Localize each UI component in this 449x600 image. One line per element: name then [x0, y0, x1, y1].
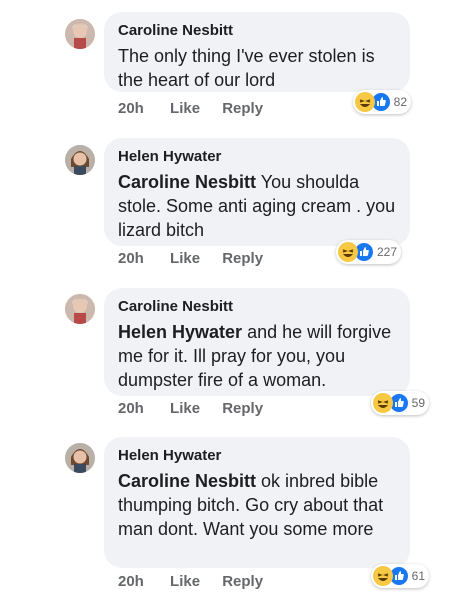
comment-author[interactable]: Helen Hywater — [118, 148, 396, 166]
comment-time[interactable]: 20h — [118, 573, 144, 590]
reaction-summary[interactable]: 227 — [335, 240, 401, 264]
reaction-count: 59 — [411, 396, 425, 410]
comment-author[interactable]: Helen Hywater — [118, 447, 396, 465]
like-button[interactable]: Like — [170, 400, 200, 417]
comment-time[interactable]: 20h — [118, 400, 144, 417]
comment-text: The only thing I've ever stolen is the h… — [118, 46, 375, 90]
reaction-count: 61 — [411, 569, 425, 583]
comment-text: Caroline Nesbitt ok inbred bible thumpin… — [118, 469, 396, 541]
reaction-summary[interactable]: 59 — [370, 391, 429, 415]
mention-link[interactable]: Helen Hywater — [118, 322, 242, 342]
comment-bubble: Caroline Nesbitt The only thing I've eve… — [104, 12, 410, 92]
comment-time[interactable]: 20h — [118, 100, 144, 117]
reaction-summary[interactable]: 61 — [370, 564, 429, 588]
comment-actions: 20h Like Reply — [118, 400, 281, 418]
comment-actions: 20h Like Reply — [118, 573, 281, 591]
comment-actions: 20h Like Reply — [118, 100, 281, 118]
comment-author[interactable]: Caroline Nesbitt — [118, 22, 396, 40]
comment-bubble: Caroline Nesbitt Helen Hywater and he wi… — [104, 288, 410, 396]
reply-button[interactable]: Reply — [222, 250, 263, 267]
avatar-helen[interactable] — [65, 443, 95, 473]
like-button[interactable]: Like — [170, 100, 200, 117]
reply-button[interactable]: Reply — [222, 573, 263, 590]
mention-link[interactable]: Caroline Nesbitt — [118, 172, 256, 192]
haha-reaction-icon — [337, 242, 358, 262]
haha-reaction-icon — [372, 566, 393, 586]
like-button[interactable]: Like — [170, 250, 200, 267]
comment-text: Caroline Nesbitt You shoulda stole. Some… — [118, 170, 396, 242]
mention-link[interactable]: Caroline Nesbitt — [118, 471, 256, 491]
reaction-count: 82 — [393, 95, 407, 109]
comment-text: Helen Hywater and he will forgive me for… — [118, 320, 396, 392]
reaction-count: 227 — [376, 245, 397, 259]
comment-bubble: Helen Hywater Caroline Nesbitt ok inbred… — [104, 437, 410, 568]
comment-actions: 20h Like Reply — [118, 250, 281, 268]
haha-reaction-icon — [354, 92, 375, 112]
comment-time[interactable]: 20h — [118, 250, 144, 267]
reaction-summary[interactable]: 82 — [352, 90, 411, 114]
haha-reaction-icon — [372, 393, 393, 413]
avatar-caroline[interactable] — [65, 19, 95, 49]
reply-button[interactable]: Reply — [222, 100, 263, 117]
reply-button[interactable]: Reply — [222, 400, 263, 417]
avatar-caroline[interactable] — [65, 294, 95, 324]
comment-bubble: Helen Hywater Caroline Nesbitt You shoul… — [104, 138, 410, 246]
comment-author[interactable]: Caroline Nesbitt — [118, 298, 396, 316]
avatar-helen[interactable] — [65, 145, 95, 175]
like-button[interactable]: Like — [170, 573, 200, 590]
